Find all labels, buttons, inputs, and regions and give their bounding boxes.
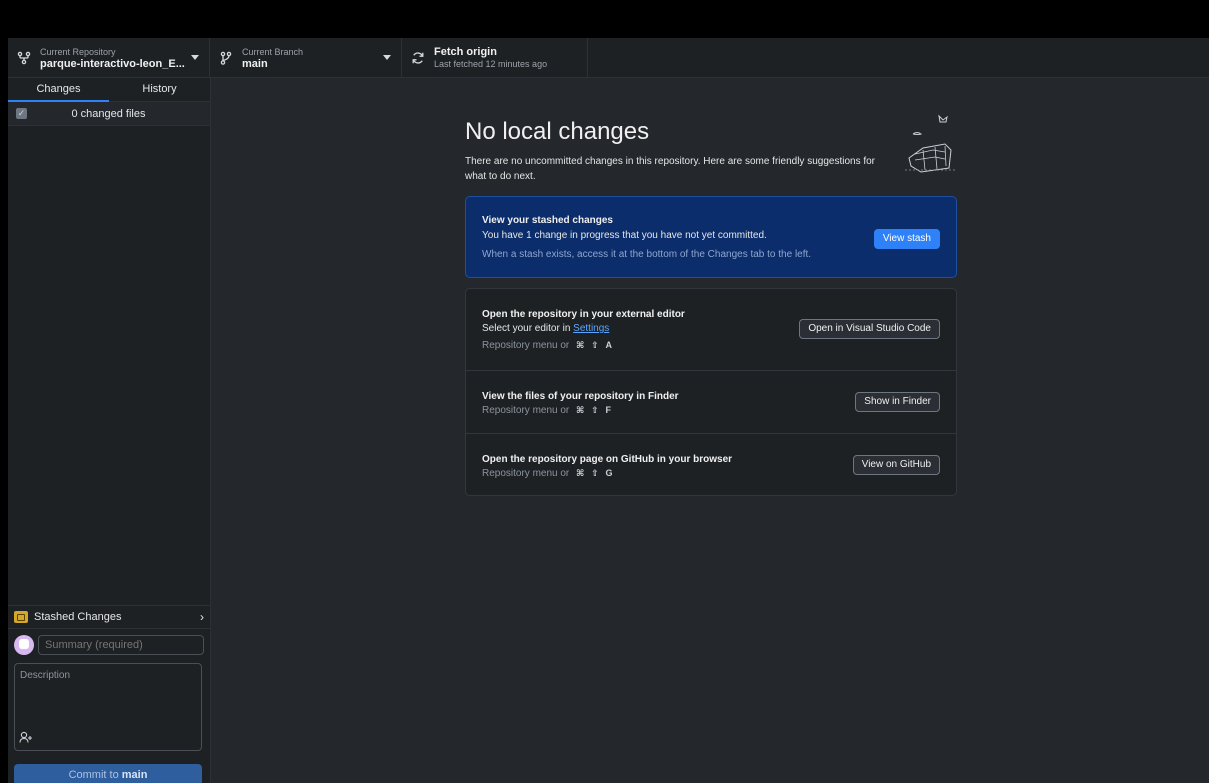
main-panel: No local changes There are no uncommitte… xyxy=(211,78,1209,783)
add-coauthor-icon[interactable] xyxy=(19,731,33,746)
fetch-title: Fetch origin xyxy=(434,46,497,58)
view-stash-button[interactable]: View stash xyxy=(873,229,940,249)
chevron-right-icon: › xyxy=(200,610,204,624)
shift-key-icon: ⇧ xyxy=(591,405,599,415)
summary-input[interactable] xyxy=(38,635,204,655)
stashed-changes-button[interactable]: Stashed Changes › xyxy=(8,605,210,629)
shift-key-icon: ⇧ xyxy=(591,468,599,478)
tab-changes[interactable]: Changes xyxy=(8,78,109,102)
letter-key: G xyxy=(605,468,613,478)
shortcut-prefix: Repository menu or xyxy=(482,405,570,416)
fetch-subtitle: Last fetched 12 minutes ago xyxy=(434,59,548,69)
stashed-changes-card: View your stashed changes You have 1 cha… xyxy=(465,196,957,278)
page-subtitle: There are no uncommitted changes in this… xyxy=(465,156,876,182)
suggestion-text-prefix: Select your editor in xyxy=(482,323,571,334)
no-changes-header: No local changes There are no uncommitte… xyxy=(465,114,957,184)
page-title: No local changes xyxy=(465,118,650,145)
tab-history[interactable]: History xyxy=(109,78,210,101)
select-all-checkbox[interactable]: ✓ xyxy=(16,108,27,119)
keyboard-shortcut: Repository menu or ⌘ ⇧ A xyxy=(482,340,940,351)
fetch-origin-button[interactable]: Fetch origin Last fetched 12 minutes ago xyxy=(402,38,588,78)
repository-name: parque-interactivo-leon_E... xyxy=(40,58,185,70)
commit-button[interactable]: Commit to main xyxy=(14,764,202,783)
shortcut-prefix: Repository menu or xyxy=(482,340,570,351)
stash-card-title: View your stashed changes xyxy=(482,215,613,226)
letter-key: F xyxy=(605,405,612,415)
sidebar: Changes History ✓ 0 changed files Stashe… xyxy=(8,78,211,783)
commit-button-label: Commit to xyxy=(68,769,119,781)
description-field[interactable]: Description xyxy=(14,663,202,751)
suggestion-view-on-github: Open the repository page on GitHub in yo… xyxy=(466,434,956,496)
chevron-down-icon xyxy=(383,55,391,60)
suggestion-show-in-finder: View the files of your repository in Fin… xyxy=(466,371,956,434)
changes-header: ✓ 0 changed files xyxy=(8,102,210,126)
shortcut-prefix: Repository menu or xyxy=(482,468,570,479)
changed-files-count: 0 changed files xyxy=(71,107,146,120)
stash-icon xyxy=(14,611,28,623)
branch-name: main xyxy=(242,58,268,70)
current-branch-button[interactable]: Current Branch main xyxy=(210,38,402,78)
sidebar-tabs: Changes History xyxy=(8,78,210,102)
command-key-icon: ⌘ xyxy=(576,468,585,478)
repository-icon xyxy=(16,50,32,66)
branch-icon xyxy=(218,50,234,66)
window-titlebar xyxy=(0,0,1209,38)
repository-caption: Current Repository xyxy=(40,47,116,57)
stashed-changes-label: Stashed Changes xyxy=(34,611,122,623)
paper-stack-illustration-icon xyxy=(905,114,955,173)
stash-card-hint: When a stash exists, access it at the bo… xyxy=(482,249,812,260)
description-placeholder: Description xyxy=(20,670,71,681)
chevron-down-icon xyxy=(191,55,199,60)
letter-key: A xyxy=(605,340,613,350)
shift-key-icon: ⇧ xyxy=(591,340,599,350)
sync-icon xyxy=(410,50,426,66)
command-key-icon: ⌘ xyxy=(576,405,585,415)
stash-card-text: You have 1 change in progress that you h… xyxy=(482,230,767,241)
open-in-vscode-button[interactable]: Open in Visual Studio Code xyxy=(799,319,940,339)
settings-link[interactable]: Settings xyxy=(573,323,609,334)
suggestions-list: Open the repository in your external edi… xyxy=(465,288,957,496)
show-in-finder-button[interactable]: Show in Finder xyxy=(855,392,940,412)
view-on-github-button[interactable]: View on GitHub xyxy=(852,455,940,475)
commit-area: Description Commit to main xyxy=(8,629,210,783)
commit-branch-name: main xyxy=(121,769,148,781)
avatar xyxy=(14,635,34,655)
current-repository-button[interactable]: Current Repository parque-interactivo-le… xyxy=(8,38,210,78)
branch-caption: Current Branch xyxy=(242,47,304,57)
suggestion-open-editor: Open the repository in your external edi… xyxy=(466,289,956,371)
toolbar: Current Repository parque-interactivo-le… xyxy=(8,38,1209,78)
command-key-icon: ⌘ xyxy=(576,340,585,350)
